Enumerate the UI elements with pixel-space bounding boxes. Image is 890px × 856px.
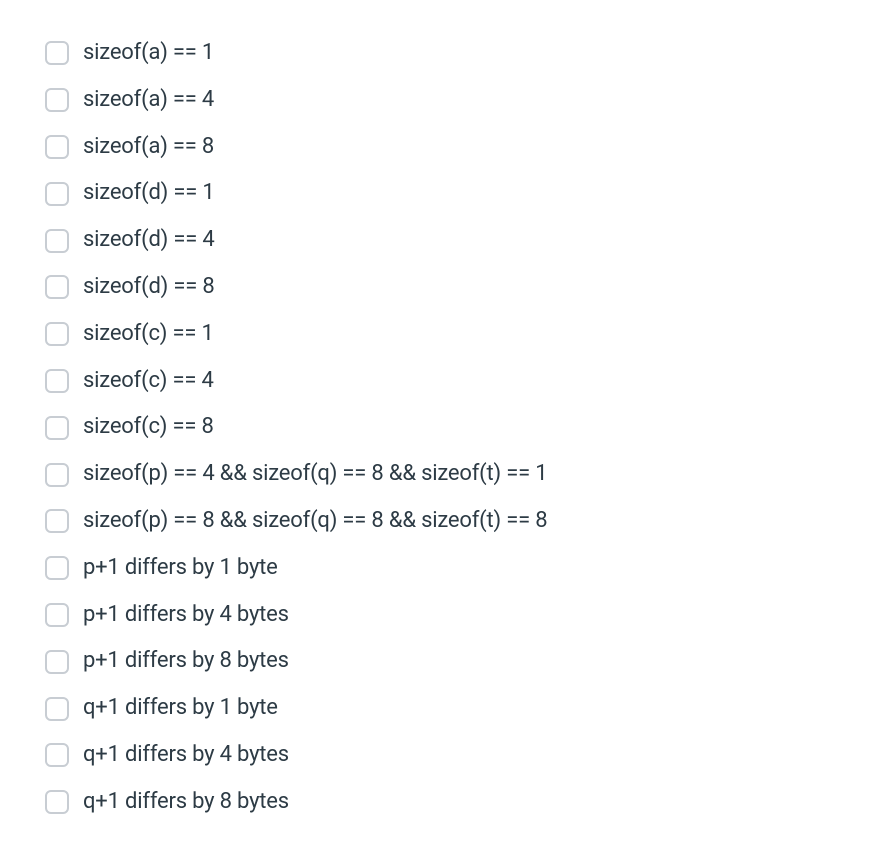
checkbox-input[interactable] [45,463,69,487]
checkbox-option[interactable]: sizeof(c) == 1 [45,311,845,358]
checkbox-label: sizeof(d) == 4 [83,225,215,256]
checkbox-option[interactable]: sizeof(d) == 1 [45,170,845,217]
checkbox-option[interactable]: sizeof(a) == 8 [45,124,845,171]
checkbox-label: q+1 differs by 1 byte [83,693,278,724]
checkbox-label: sizeof(a) == 8 [83,132,214,163]
checkbox-input[interactable] [45,416,69,440]
checkbox-input[interactable] [45,182,69,206]
checkbox-input[interactable] [45,41,69,65]
checkbox-option[interactable]: sizeof(a) == 1 [45,30,845,77]
checkbox-label: sizeof(p) == 4 && sizeof(q) == 8 && size… [83,459,547,490]
checkbox-option[interactable]: sizeof(c) == 4 [45,358,845,405]
checkbox-label: p+1 differs by 1 byte [83,553,278,584]
checkbox-option[interactable]: p+1 differs by 1 byte [45,545,845,592]
checkbox-option[interactable]: p+1 differs by 4 bytes [45,592,845,639]
checkbox-label: sizeof(c) == 4 [83,366,214,397]
checkbox-option[interactable]: sizeof(d) == 4 [45,217,845,264]
checkbox-input[interactable] [45,229,69,253]
checkbox-input[interactable] [45,556,69,580]
checkbox-label: q+1 differs by 4 bytes [83,740,289,771]
checkbox-option[interactable]: sizeof(c) == 8 [45,404,845,451]
checkbox-label: p+1 differs by 4 bytes [83,600,289,631]
checkbox-option[interactable]: sizeof(a) == 4 [45,77,845,124]
checkbox-option[interactable]: sizeof(p) == 4 && sizeof(q) == 8 && size… [45,451,845,498]
checkbox-label: sizeof(a) == 4 [83,85,214,116]
checkbox-input[interactable] [45,509,69,533]
checkbox-input[interactable] [45,322,69,346]
checkbox-label: sizeof(p) == 8 && sizeof(q) == 8 && size… [83,506,547,537]
checkbox-list: sizeof(a) == 1 sizeof(a) == 4 sizeof(a) … [45,30,845,826]
checkbox-input[interactable] [45,603,69,627]
checkbox-label: q+1 differs by 8 bytes [83,787,289,818]
checkbox-option[interactable]: q+1 differs by 1 byte [45,685,845,732]
checkbox-label: sizeof(d) == 8 [83,272,215,303]
checkbox-label: p+1 differs by 8 bytes [83,646,289,677]
checkbox-option[interactable]: sizeof(p) == 8 && sizeof(q) == 8 && size… [45,498,845,545]
checkbox-label: sizeof(a) == 1 [83,38,214,69]
checkbox-input[interactable] [45,743,69,767]
checkbox-option[interactable]: q+1 differs by 8 bytes [45,779,845,826]
checkbox-input[interactable] [45,697,69,721]
checkbox-option[interactable]: q+1 differs by 4 bytes [45,732,845,779]
checkbox-label: sizeof(d) == 1 [83,178,215,209]
checkbox-input[interactable] [45,369,69,393]
checkbox-input[interactable] [45,275,69,299]
checkbox-input[interactable] [45,790,69,814]
checkbox-label: sizeof(c) == 8 [83,412,214,443]
checkbox-option[interactable]: p+1 differs by 8 bytes [45,638,845,685]
checkbox-label: sizeof(c) == 1 [83,319,214,350]
checkbox-option[interactable]: sizeof(d) == 8 [45,264,845,311]
checkbox-input[interactable] [45,650,69,674]
checkbox-input[interactable] [45,88,69,112]
checkbox-input[interactable] [45,135,69,159]
